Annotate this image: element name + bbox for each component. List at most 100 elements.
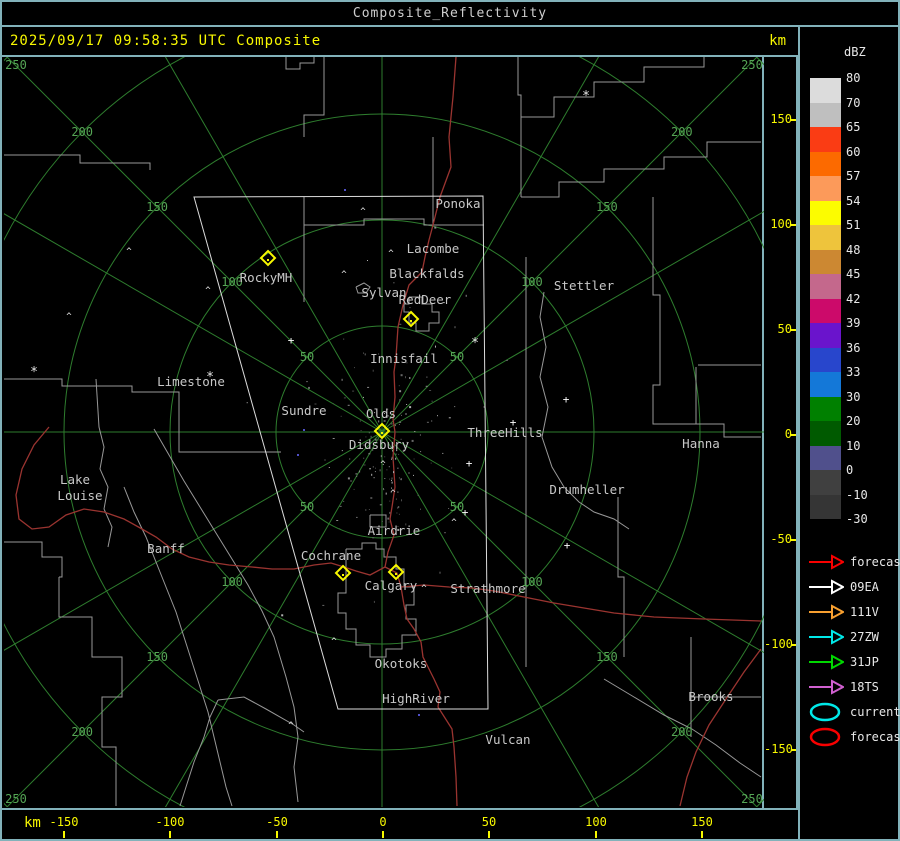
echo-dot bbox=[391, 479, 392, 481]
county-border bbox=[123, 486, 233, 807]
echo-dot bbox=[386, 469, 388, 471]
echo-dot bbox=[340, 415, 342, 417]
echo-dot bbox=[435, 345, 436, 348]
azimuth-line bbox=[164, 431, 383, 807]
radar-map-canvas[interactable]: 5050505010010010010015015015015020020020… bbox=[4, 57, 764, 807]
echo-dot bbox=[399, 323, 402, 325]
right-axis-tick bbox=[791, 749, 796, 751]
colorbar-cell bbox=[810, 151, 841, 176]
echo-dot bbox=[363, 464, 366, 466]
echo-dot bbox=[363, 457, 365, 459]
radar-map-area[interactable]: 50 50 50 50 100 100 100 100 150 150 150 150 200 200 20… bbox=[0, 57, 764, 810]
right-axis-tick bbox=[791, 539, 796, 541]
echo-dot bbox=[385, 492, 387, 495]
city-label-didsbury: Didsbury bbox=[349, 437, 410, 452]
range-ring-label: 250 bbox=[5, 792, 27, 806]
range-ring-label: 250 bbox=[741, 58, 763, 72]
county-border bbox=[521, 141, 761, 198]
range-ring-label: 50 bbox=[300, 350, 314, 364]
county-border bbox=[4, 541, 63, 578]
echo-dot bbox=[392, 459, 394, 461]
echo-dot bbox=[395, 431, 397, 433]
right-distance-axis: 150 100 50 0 -50 -100 -150 bbox=[764, 57, 798, 810]
echo-dot bbox=[391, 456, 393, 459]
colorbar-cell bbox=[810, 298, 841, 323]
county-border bbox=[95, 378, 113, 548]
city-label-sundre: Sundre bbox=[281, 403, 326, 418]
colorbar-tick-label: -30 bbox=[846, 512, 868, 526]
echo-dot bbox=[426, 376, 428, 378]
echo-dot bbox=[375, 467, 376, 469]
echo-dot bbox=[367, 386, 370, 388]
city-label-calgary: Calgary bbox=[365, 578, 418, 593]
bottom-axis-label: -100 bbox=[155, 815, 185, 829]
county-border bbox=[179, 699, 219, 807]
echo-dot-blue bbox=[418, 714, 420, 716]
town-caret-marker: ^ bbox=[288, 721, 294, 731]
city-label-hanna: Hanna bbox=[682, 436, 720, 451]
town-plus-marker: + bbox=[510, 416, 517, 429]
echo-dot-blue bbox=[344, 189, 346, 191]
colorbar-tick-label: 70 bbox=[846, 95, 861, 110]
city-label-rockymh: RockyMH bbox=[240, 270, 293, 285]
colorbar-cell bbox=[810, 78, 841, 103]
title-bar: Composite_Reflectivity bbox=[0, 0, 900, 27]
echo-dot bbox=[439, 571, 441, 574]
legend-arrow-icon bbox=[809, 554, 844, 570]
azimuth-line bbox=[4, 213, 383, 433]
echo-dot bbox=[399, 390, 402, 393]
legend-item: 111V bbox=[808, 602, 879, 622]
echo-dot bbox=[389, 500, 391, 502]
colorbar-tick-label: 39 bbox=[846, 316, 861, 330]
colorbar-cell bbox=[810, 249, 841, 274]
echo-dot bbox=[409, 377, 411, 379]
echo-dot bbox=[360, 430, 362, 431]
city-label-louise: Louise bbox=[57, 488, 102, 503]
town-caret-marker: ^ bbox=[205, 286, 211, 296]
echo-dot bbox=[413, 474, 414, 476]
timestamp-label: 2025/09/17 09:58:35 UTC Composite bbox=[10, 33, 322, 49]
bottom-distance-axis: km -150 -100 -50 0 50 100 150 bbox=[0, 810, 798, 841]
city-label-blackfalds: Blackfalds bbox=[389, 266, 464, 281]
echo-dot bbox=[389, 478, 391, 480]
colorbar-cell bbox=[810, 445, 841, 470]
legend-item-label: 18TS bbox=[850, 680, 879, 694]
echo-dot bbox=[356, 516, 358, 518]
county-border bbox=[58, 577, 123, 806]
town-caret-marker: ^ bbox=[390, 489, 396, 499]
echo-dot bbox=[339, 505, 342, 507]
echo-dot bbox=[308, 386, 310, 389]
right-axis-label: 0 bbox=[784, 427, 792, 441]
echo-dot bbox=[420, 508, 421, 510]
legend-item: forecast bbox=[808, 727, 900, 747]
city-label-strathmore: Strathmore bbox=[450, 581, 525, 596]
echo-dot bbox=[430, 462, 432, 464]
echo-dot bbox=[399, 399, 401, 402]
legend-item-label: forecast bbox=[850, 555, 900, 569]
range-ring-label: 200 bbox=[671, 125, 693, 139]
colorbar-tick-label: 57 bbox=[846, 169, 861, 183]
range-ring-label: 200 bbox=[671, 725, 693, 739]
right-axis-tick bbox=[791, 119, 796, 121]
right-axis-tick bbox=[791, 434, 796, 436]
echo-dot bbox=[409, 406, 412, 409]
echo-dot bbox=[372, 369, 374, 372]
town-caret-marker: ^ bbox=[66, 312, 72, 322]
echo-dot bbox=[388, 466, 390, 468]
city-label-reddeer: RedDeer bbox=[399, 292, 452, 307]
echo-dot bbox=[372, 466, 374, 468]
echo-dot bbox=[365, 509, 367, 511]
echo-dot bbox=[379, 504, 382, 506]
echo-dot bbox=[359, 470, 361, 473]
range-ring-label: 200 bbox=[71, 125, 93, 139]
echo-dot bbox=[350, 480, 353, 482]
echo-dot bbox=[431, 400, 433, 402]
city-label-ponoka: Ponoka bbox=[435, 196, 480, 211]
echo-dot bbox=[442, 452, 444, 454]
echo-dot bbox=[400, 412, 402, 414]
echo-dot bbox=[448, 417, 451, 419]
legend-item-label: 09EA bbox=[850, 580, 879, 594]
echo-dot bbox=[339, 528, 341, 530]
echo-dot bbox=[395, 498, 397, 500]
legend-arrow-icon bbox=[809, 654, 844, 670]
